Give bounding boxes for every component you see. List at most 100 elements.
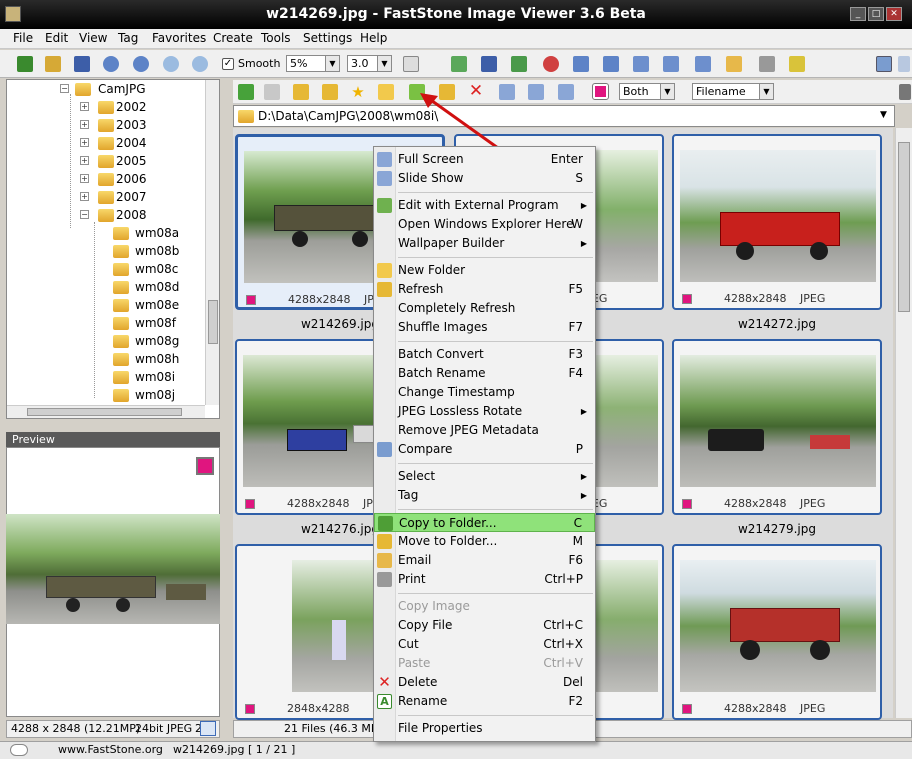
menu-item-cut[interactable]: Cut Ctrl+X <box>374 635 595 654</box>
close-button[interactable]: ✕ <box>886 7 902 21</box>
zoom-in-icon[interactable] <box>163 56 179 72</box>
tree-node-subfolder[interactable]: wm08d <box>135 280 179 294</box>
menu-item-tag[interactable]: Tag ▶ <box>374 486 595 505</box>
thumbnail-card[interactable]: 4288x2848 JPEG <box>672 339 882 515</box>
menu-item-remove-metadata[interactable]: Remove JPEG Metadata <box>374 421 595 440</box>
rotate-right-icon[interactable] <box>603 56 619 72</box>
tree-horizontal-scrollbar[interactable] <box>7 405 205 418</box>
tree-node-subfolder[interactable]: wm08i <box>135 370 175 384</box>
tree-node-year[interactable]: 2004 <box>116 136 147 150</box>
tree-node-year[interactable]: 2008 <box>116 208 147 222</box>
tree-node-subfolder[interactable]: wm08b <box>135 244 179 258</box>
menu-item-email[interactable]: Email F6 <box>374 551 595 570</box>
tree-node-year[interactable]: 2002 <box>116 100 147 114</box>
menu-tools[interactable]: Tools <box>261 31 291 45</box>
menu-item-delete[interactable]: ✕ Delete Del <box>374 673 595 692</box>
tree-node-subfolder[interactable]: wm08a <box>135 226 179 240</box>
menu-item-compare[interactable]: Compare P <box>374 440 595 459</box>
menu-item-refresh[interactable]: Refresh F5 <box>374 280 595 299</box>
tree-vertical-scrollbar[interactable] <box>205 80 219 405</box>
thumbnail-scrollbar[interactable] <box>895 128 912 718</box>
tree-node-subfolder[interactable]: wm08f <box>135 316 176 330</box>
menu-item-move-to-folder[interactable]: Move to Folder... M <box>374 532 595 551</box>
tree-node-subfolder[interactable]: wm08c <box>135 262 178 276</box>
filter-select[interactable]: Both ▼ <box>619 83 675 100</box>
refresh-icon[interactable] <box>322 84 338 100</box>
chevron-down-icon[interactable]: ▼ <box>880 110 887 120</box>
fullscreen-icon[interactable] <box>663 56 679 72</box>
thumbnail-card[interactable]: 4288x2848 JPEG <box>672 544 882 720</box>
color-icon[interactable] <box>511 56 527 72</box>
menu-item-full-screen[interactable]: Full Screen Enter <box>374 150 595 169</box>
tag-marker-icon[interactable] <box>196 457 214 475</box>
settings-icon[interactable] <box>789 56 805 72</box>
menu-tag[interactable]: Tag <box>118 31 138 45</box>
tag-filter-icon[interactable] <box>592 83 609 100</box>
menu-item-wallpaper-builder[interactable]: Wallpaper Builder ▶ <box>374 234 595 253</box>
tree-node-subfolder[interactable]: wm08h <box>135 352 179 366</box>
app-icon[interactable] <box>5 6 21 22</box>
up-folder-icon[interactable] <box>293 84 309 100</box>
monitor-icon[interactable] <box>695 56 711 72</box>
menu-item-new-folder[interactable]: New Folder <box>374 261 595 280</box>
tag-marker-icon[interactable] <box>682 294 692 304</box>
rotate-left-icon[interactable] <box>573 56 589 72</box>
layout-icon[interactable] <box>876 56 892 72</box>
resize-icon[interactable] <box>451 56 467 72</box>
tree-node-subfolder[interactable]: wm08e <box>135 298 179 312</box>
thumbnail-card[interactable]: 4288x2848 JPEG <box>672 134 882 310</box>
tree-node-subfolder[interactable]: wm08j <box>135 388 175 402</box>
next-icon[interactable] <box>133 56 149 72</box>
website-link[interactable]: www.FastStone.org <box>58 742 163 758</box>
maximize-button[interactable]: □ <box>868 7 884 21</box>
scroll-thumb[interactable] <box>898 142 910 312</box>
fit-screen-icon[interactable] <box>200 721 216 736</box>
open-folder-icon[interactable] <box>45 56 61 72</box>
menu-item-copy-file[interactable]: Copy File Ctrl+C <box>374 616 595 635</box>
detail-view-icon[interactable] <box>558 84 574 100</box>
menu-item-batch-rename[interactable]: Batch Rename F4 <box>374 364 595 383</box>
expand-icon[interactable]: + <box>80 120 89 129</box>
save-icon[interactable] <box>74 56 90 72</box>
crop-icon[interactable] <box>481 56 497 72</box>
expand-icon[interactable]: + <box>80 138 89 147</box>
forward-icon[interactable] <box>264 84 280 100</box>
sort-select[interactable]: Filename ▼ <box>692 83 774 100</box>
red-eye-icon[interactable] <box>543 56 559 72</box>
menu-item-slide-show[interactable]: Slide Show S <box>374 169 595 188</box>
menu-help[interactable]: Help <box>360 31 387 45</box>
email-icon[interactable] <box>726 56 742 72</box>
menu-create[interactable]: Create <box>213 31 253 45</box>
thumb-view-icon[interactable] <box>499 84 515 100</box>
tag-marker-icon[interactable] <box>245 704 255 714</box>
previous-icon[interactable] <box>103 56 119 72</box>
print-icon[interactable] <box>759 56 775 72</box>
tree-node-year[interactable]: 2007 <box>116 190 147 204</box>
menu-item-rename[interactable]: A Rename F2 <box>374 692 595 711</box>
new-folder-icon[interactable] <box>378 84 394 100</box>
path-input[interactable]: D:\Data\CamJPG\2008\wm08i\ <box>233 105 895 127</box>
menu-item-edit-external[interactable]: Edit with External Program ▶ <box>374 196 595 215</box>
expand-icon[interactable]: + <box>80 102 89 111</box>
menu-item-open-explorer[interactable]: Open Windows Explorer Here W <box>374 215 595 234</box>
open-icon[interactable] <box>17 56 33 72</box>
tree-node-subfolder[interactable]: wm08g <box>135 334 179 348</box>
expand-icon[interactable]: + <box>80 192 89 201</box>
menu-file[interactable]: File <box>13 31 33 45</box>
tag-marker-icon[interactable] <box>682 499 692 509</box>
menu-item-jpeg-rotate[interactable]: JPEG Lossless Rotate ▶ <box>374 402 595 421</box>
menu-item-completely-refresh[interactable]: Completely Refresh <box>374 299 595 318</box>
smooth-checkbox[interactable]: ✓ <box>222 58 234 70</box>
menu-item-print[interactable]: Print Ctrl+P <box>374 570 595 589</box>
layout-alt-icon[interactable] <box>898 56 910 72</box>
star-icon[interactable]: ★ <box>350 84 366 100</box>
scroll-thumb[interactable] <box>27 408 182 416</box>
menu-item-shuffle[interactable]: Shuffle Images F7 <box>374 318 595 337</box>
zoom-select[interactable]: 5% ▼ <box>286 55 340 72</box>
menu-item-batch-convert[interactable]: Batch Convert F3 <box>374 345 595 364</box>
tree-node-root[interactable]: CamJPG <box>98 82 146 96</box>
expand-icon[interactable]: + <box>80 156 89 165</box>
menu-item-select[interactable]: Select ▶ <box>374 467 595 486</box>
list-view-icon[interactable] <box>528 84 544 100</box>
expand-icon[interactable]: + <box>80 174 89 183</box>
